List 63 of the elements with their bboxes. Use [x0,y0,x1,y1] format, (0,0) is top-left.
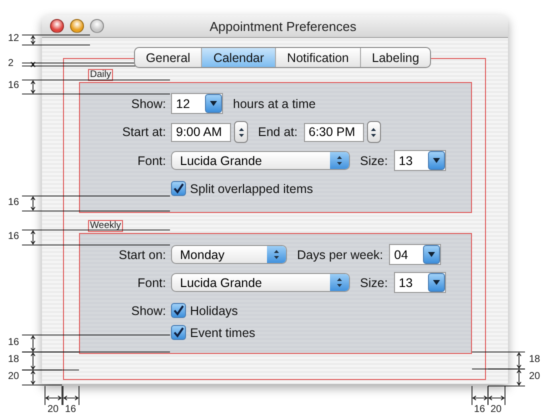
updown-arrows-icon [370,126,378,138]
dropdown-arrow-icon [432,280,440,285]
combo-box[interactable]: 12 [171,93,223,114]
tab[interactable]: Calendar [201,48,276,67]
dropdown-arrow-icon [428,252,436,257]
updown-arrows-icon [238,126,244,138]
dimension-label: 18 [529,354,540,364]
field-label: hours at a time [233,96,316,110]
field-label: Show: [130,304,166,318]
checkmark-icon [173,327,184,338]
time-field[interactable]: 9:00 AM [171,122,231,142]
dimension-label: 20 [490,404,502,415]
popup-menu[interactable]: Lucida Grande [171,151,350,170]
checkmark-icon [173,183,184,194]
zoom-button[interactable] [90,19,104,33]
field-label: Start on: [118,248,166,262]
dimension-label: 18 [8,354,20,365]
minimize-button[interactable] [70,19,84,33]
combo-box[interactable]: 13 [394,272,446,293]
field-label: Font: [136,154,166,168]
popup-menu[interactable]: Monday [171,245,287,264]
dropdown-arrow-icon [432,158,440,163]
field-label: Start at: [121,125,166,139]
group-title: Weekly [88,220,123,232]
updown-arrows-icon [336,277,343,288]
dimension-label: 16 [8,336,20,348]
field-label: Size: [360,154,388,168]
field-label: Font: [136,276,166,290]
tab[interactable]: Notification [275,48,360,67]
field-label: Show: [130,96,166,110]
combo-box[interactable]: 13 [394,150,446,171]
dropdown-arrow-icon [210,101,217,106]
dimension-label: 16 [8,80,20,91]
group-title: Daily [88,69,114,81]
checkbox[interactable]: Holidays [171,303,238,318]
dimension-label: 20 [48,404,59,415]
time-field[interactable]: 6:30 PM [304,122,364,142]
dimension-marker [22,34,90,46]
dimension-label: 16 [8,230,20,242]
updown-arrows-icon [273,249,280,260]
checkmark-icon [173,305,184,316]
dimension-label: 16 [65,404,76,415]
dimension-label: 20 [8,370,20,382]
close-button[interactable] [50,19,64,33]
window-title: Appointment Preferences [210,18,358,34]
updown-arrows-icon [336,155,343,166]
tab[interactable]: General [134,48,202,67]
dimension-label: 2 [8,58,14,68]
checkbox[interactable]: Event times [171,325,256,340]
stepper[interactable] [234,121,248,143]
tab[interactable]: Labeling [360,48,430,67]
dimension-label: 20 [529,370,540,382]
stepper[interactable] [366,121,381,143]
dimension-marker [472,352,526,370]
field-label: End at: [258,125,298,139]
checkbox[interactable]: Split overlapped items [171,181,313,196]
dimension-label: 16 [8,196,20,208]
dimension-label: 16 [474,404,486,415]
popup-menu[interactable]: Lucida Grande [171,273,350,292]
field-label: Size: [360,276,388,290]
field-label: Days per week: [297,248,384,262]
dimension-label: 12 [8,33,20,44]
combo-box[interactable]: 04 [389,244,442,265]
